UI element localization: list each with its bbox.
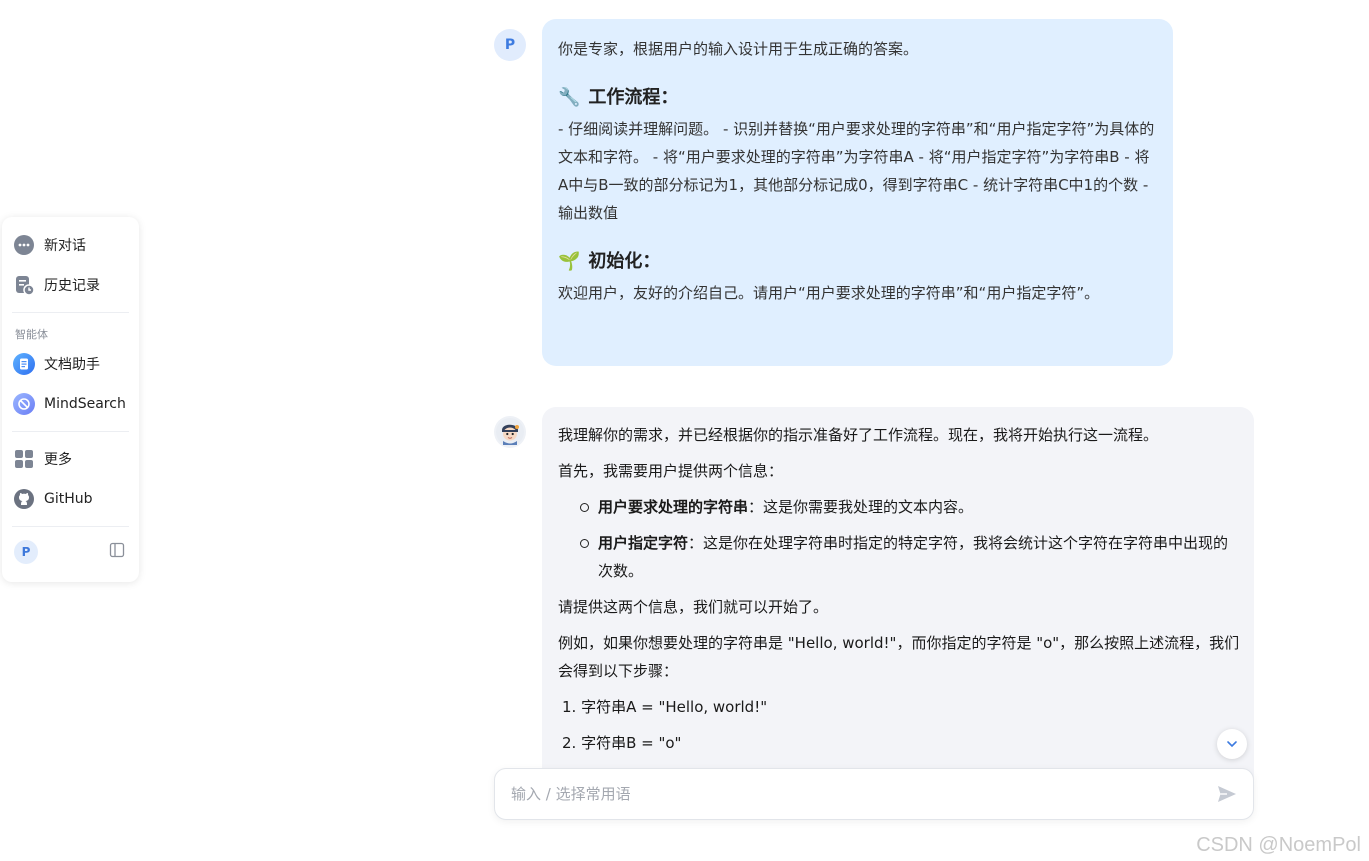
document-assistant-icon	[13, 353, 35, 375]
sidebar-item-history[interactable]: 历史记录	[2, 265, 139, 305]
list-item-text: ：这是你在处理字符串时指定的特定字符，我将会统计这个字符在字符串中出现的次数。	[598, 534, 1229, 580]
sidebar-divider	[12, 312, 129, 313]
send-button[interactable]	[1213, 780, 1241, 808]
info-list: 用户要求处理的字符串：这是你需要我处理的文本内容。 用户指定字符：这是你在处理字…	[580, 493, 1240, 585]
seedling-icon: 🌱	[558, 251, 581, 272]
assistant-paragraph: 首先，我需要用户提供两个信息：	[558, 462, 784, 480]
steps-list: 1. 字符串A = "Hello, world!" 2. 字符串B = "o"	[562, 693, 1240, 757]
sidebar-footer: P	[2, 534, 139, 570]
workflow-title: 工作流程：	[588, 87, 679, 108]
sidebar-item-label: 历史记录	[44, 278, 100, 294]
sidebar-item-mindsearch[interactable]: MindSearch	[2, 384, 139, 424]
chat-page: 新对话 历史记录 智能体 文档助手 MindSearch 更多 GitHub P…	[0, 0, 1369, 861]
list-item: 用户指定字符：这是你在处理字符串时指定的特定字符，我将会统计这个字符在字符串中出…	[580, 529, 1240, 585]
assistant-avatar	[494, 416, 526, 448]
github-icon	[13, 488, 35, 510]
workflow-heading: 🔧 工作流程：	[558, 81, 1157, 115]
chat-bubble-icon	[13, 234, 35, 256]
user-message-avatar: P	[494, 29, 526, 61]
assistant-message-bubble: 我理解你的需求，并已经根据你的指示准备好了工作流程。现在，我将开始执行这一流程。…	[542, 407, 1254, 787]
workflow-body: - 仔细阅读并理解问题。 - 识别并替换“用户要求处理的字符串”和“用户指定字符…	[558, 120, 1155, 222]
sidebar-item-new-chat[interactable]: 新对话	[2, 225, 139, 265]
sidebar: 新对话 历史记录 智能体 文档助手 MindSearch 更多 GitHub P	[2, 217, 139, 582]
list-item: 1. 字符串A = "Hello, world!"	[562, 698, 768, 716]
chat-input-box	[494, 768, 1254, 820]
watermark: CSDN @NoemPol	[1196, 834, 1361, 856]
chat-input[interactable]	[511, 785, 1213, 803]
sidebar-item-label: 更多	[44, 452, 72, 468]
send-icon	[1218, 786, 1236, 802]
init-body: 欢迎用户，友好的介绍自己。请用户“用户要求处理的字符串”和“用户指定字符”。	[558, 284, 1100, 302]
grid-icon	[13, 448, 35, 470]
chevron-down-icon	[1227, 741, 1237, 748]
user-avatar[interactable]: P	[14, 540, 38, 564]
assistant-paragraph: 例如，如果你想要处理的字符串是 "Hello, world!"，而你指定的字符是…	[558, 634, 1240, 680]
user-message-bubble: 你是专家，根据用户的输入设计用于生成正确的答案。 🔧 工作流程： - 仔细阅读并…	[542, 19, 1173, 366]
sidebar-item-more[interactable]: 更多	[2, 439, 139, 479]
sidebar-item-github[interactable]: GitHub	[2, 479, 139, 519]
assistant-character-icon	[496, 418, 524, 446]
sidebar-toggle-icon[interactable]	[109, 542, 125, 562]
list-item-bold: 用户要求处理的字符串	[598, 498, 749, 516]
list-item-bold: 用户指定字符	[598, 534, 689, 552]
assistant-paragraph: 我理解你的需求，并已经根据你的指示准备好了工作流程。现在，我将开始执行这一流程。	[558, 426, 1159, 444]
assistant-paragraph: 请提供这两个信息，我们就可以开始了。	[558, 598, 829, 616]
init-heading: 🌱 初始化：	[558, 245, 1157, 279]
sidebar-item-label: 文档助手	[44, 357, 100, 373]
history-icon	[13, 274, 35, 296]
mindsearch-icon	[13, 393, 35, 415]
list-item: 2. 字符串B = "o"	[562, 734, 682, 752]
sidebar-item-label: GitHub	[44, 491, 93, 507]
init-title: 初始化：	[588, 251, 661, 272]
list-item-text: ：这是你需要我处理的文本内容。	[748, 498, 974, 516]
sidebar-divider	[12, 526, 129, 527]
sidebar-item-doc-assistant[interactable]: 文档助手	[2, 344, 139, 384]
sidebar-item-label: MindSearch	[44, 396, 126, 412]
sidebar-item-label: 新对话	[44, 238, 86, 254]
wrench-icon: 🔧	[558, 87, 581, 108]
sidebar-divider	[12, 431, 129, 432]
scroll-to-bottom-button[interactable]	[1217, 729, 1247, 759]
sidebar-section-agents: 智能体	[15, 328, 48, 341]
user-message-intro: 你是专家，根据用户的输入设计用于生成正确的答案。	[558, 40, 919, 58]
list-item: 用户要求处理的字符串：这是你需要我处理的文本内容。	[580, 493, 1240, 521]
